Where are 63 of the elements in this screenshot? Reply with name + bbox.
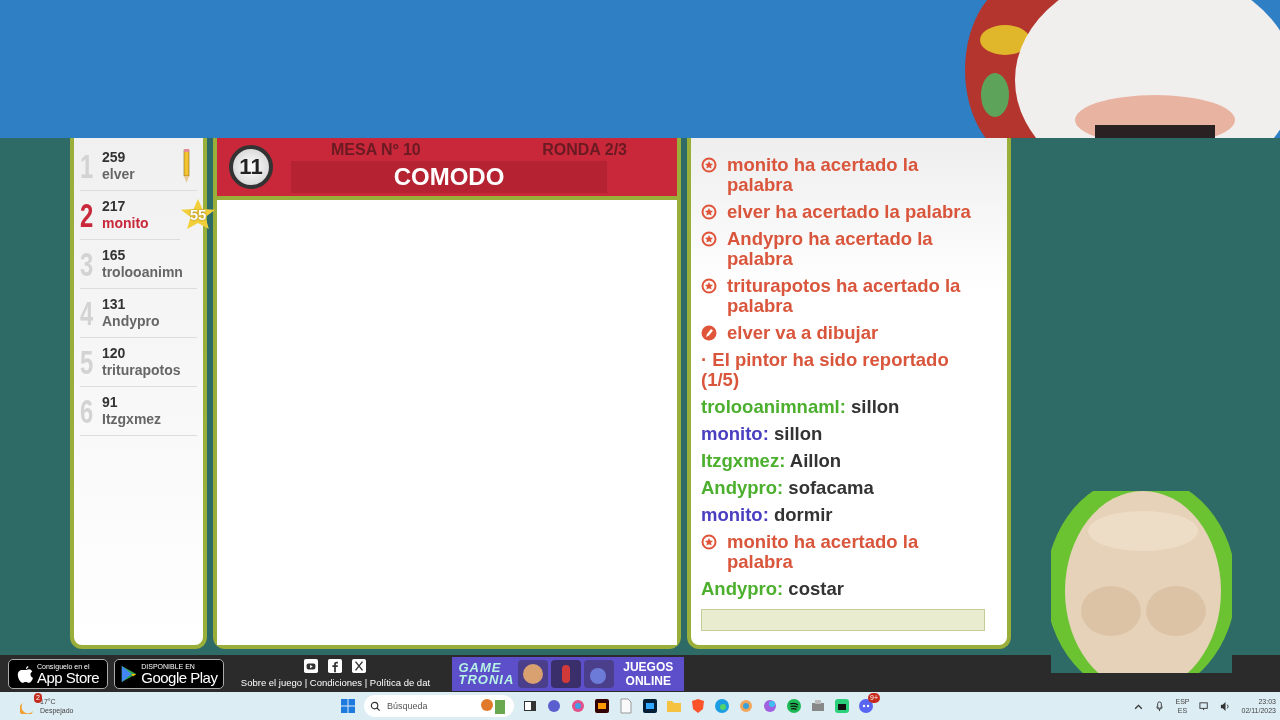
search-icon [370,700,381,712]
player-name: triturapotos [102,362,181,379]
badge-title: Google Play [141,669,218,685]
player-score: 131 [102,296,127,313]
player-score: 259 [102,149,127,166]
banner-label: JUEGOS ONLINE [622,659,675,688]
video-icon[interactable] [304,659,319,673]
logo-text: GAME [458,661,503,674]
rank-number: 2 [80,195,95,235]
player-score: 165 [102,247,127,264]
apple-icon [17,663,33,684]
player-score: 217 [102,198,127,215]
chat-username: trolooanimnaml: [701,396,846,417]
speaker-icon[interactable] [1220,700,1232,712]
chat-text: sillon [851,396,900,417]
table-number: MESA Nº 10 [331,141,421,159]
shield-icon[interactable] [690,698,706,714]
chat-event-text: triturapotos ha acertado la palabra [727,276,962,316]
search-field[interactable]: Búsqueda [364,695,514,717]
chat-username: Andypro: [701,578,784,599]
x-icon[interactable] [352,659,367,673]
app-icon[interactable] [642,698,658,714]
player-score: 120 [102,345,127,362]
chat-event-text: monito ha acertado la palabra [727,532,920,572]
music-icon[interactable] [786,698,802,714]
chat-app-icon[interactable] [858,698,874,714]
player-name: monito [102,215,149,232]
score-star-badge: 55 [181,199,215,229]
logo-text: TRONIA [458,673,515,686]
chat-event-text: elver va a dibujar [727,323,879,343]
chat-username: Itzgxmez: [701,450,786,471]
chat-text: Aillon [789,450,842,471]
player-name: elver [102,166,135,183]
play-triangle-icon [121,663,138,684]
chat-notice: · El pintor ha sido reportado (1/5) [701,350,950,390]
chat-event-text: elver ha acertado la palabra [727,202,971,222]
pencil-icon [701,325,717,341]
app-icon[interactable] [594,698,610,714]
player-name: Andypro [102,313,160,330]
facebook-icon[interactable] [328,659,343,673]
chat-text: dormir [773,504,833,525]
chat-event-text: monito ha acertado la palabra [727,155,920,195]
secret-word: COMODO [291,161,607,193]
chat-event-text: Andypro ha acertado la palabra [727,229,934,269]
chat-input-field[interactable] [701,609,985,631]
player-score: 91 [102,394,119,411]
chat-username: Andypro: [701,477,784,498]
app-icon[interactable] [522,698,538,714]
chat-username: monito: [701,504,769,525]
chat-text: costar [788,578,844,599]
chat-text: sofacama [788,477,874,498]
microphone-icon[interactable] [1154,700,1166,712]
network-icon[interactable] [1199,700,1211,712]
games-banner[interactable]: GAME TRONIA JUEGOS ONLINE [452,656,685,691]
player-name: trolooanimn [102,264,183,281]
round-counter: RONDA 2/3 [542,141,627,159]
footer-links[interactable]: Sobre el juego | Condiciones | Política de dat [240,677,431,688]
turn-counter: 11 [229,145,273,189]
chat-text: sillon [773,423,823,444]
chat-username: monito: [701,423,769,444]
app-icon[interactable] [834,698,850,714]
start-icon[interactable] [340,698,356,714]
player-name: Itzgxmez [102,411,162,428]
